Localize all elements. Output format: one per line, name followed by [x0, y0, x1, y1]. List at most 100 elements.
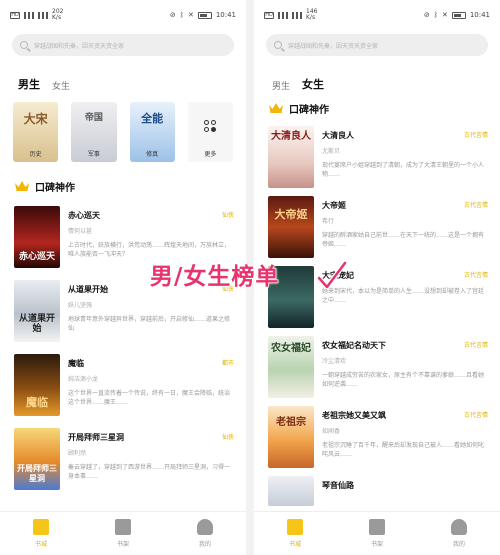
book-item[interactable]: 大帝姬 大帝姬 希行 穿越的醉酒家姑自己前世……在天下一统的……这是一个拥有帝姬…	[254, 196, 500, 258]
battery-icon	[197, 11, 212, 19]
nav-mine[interactable]: 我的	[185, 519, 225, 548]
signal-icon-2	[38, 11, 48, 19]
book-cover: 赤心巡天	[14, 206, 60, 268]
bluetooth-icon: ᛒ	[433, 11, 438, 19]
cover-text: 农女福妃	[271, 343, 311, 354]
category-label: 更多	[204, 151, 217, 158]
net-speed: 146 K/s	[306, 9, 317, 21]
book-item[interactable]: 农女福妃 农女福妃名动天下 冷尘清欢 一朝穿越成穷苦的农家女，原主有个不靠谱的爹…	[254, 336, 500, 398]
book-desc: 这个世界一直流传着一个传说，终有一日，魔王会降临，统治这个世界……魔王……	[68, 390, 231, 406]
book-item[interactable]: 大宋宠妃 她来到宋代，本以为是简单的人生……没想到却被卷入了宫廷之中…… 古代言…	[254, 266, 500, 328]
category-cultivation[interactable]: 全能 修真	[129, 102, 175, 162]
category-row: 大宋 历史 帝国 军事 全能 修真 更多	[0, 102, 246, 162]
book-cover	[268, 476, 314, 506]
nav-label: 书城	[288, 541, 301, 548]
gender-tabs: 男生 女生	[254, 72, 500, 92]
book-tag: 古代言情	[463, 272, 488, 279]
status-bar: HD 146 K/s ⊘ ᛒ ✕ 10:41	[254, 0, 500, 30]
overlay-caption: 男/女生榜单	[149, 263, 280, 290]
category-art: 帝国	[84, 113, 103, 123]
book-item[interactable]: 老祖宗 老祖宗她又美又飒 如闻香 老祖宗沉睡了百千年，醒来后却发现自己被人……看…	[254, 406, 500, 468]
cover-text: 大清良人	[271, 131, 311, 142]
book-item[interactable]: 开局拜师三星洞 开局拜师三星洞 顾利然 秦云穿越了，穿越到了西游世界……开局拜师…	[0, 428, 246, 490]
book-tag: 都市	[221, 360, 234, 367]
nav-bookshelf[interactable]: 书架	[357, 519, 397, 548]
battery-icon	[451, 11, 466, 19]
bookshelf-icon	[115, 519, 131, 535]
alarm-icon: ⊘	[423, 11, 430, 19]
cover-text: 大帝姬	[274, 208, 308, 221]
bottom-nav: 书城 书架 我的	[0, 511, 246, 555]
book-title: 魔临	[68, 359, 84, 368]
signal-icon	[278, 11, 288, 19]
book-cover: 魔临	[14, 354, 60, 416]
bluetooth-icon: ᛒ	[179, 11, 184, 19]
book-desc: 秦云穿越了，穿越到了西游世界……开局拜师三星洞，习得一身本事……	[68, 464, 231, 480]
book-cover: 老祖宗	[268, 406, 314, 468]
book-desc: 现代宴席户小姐穿越到了清朝，成为了大清王朝里的一个小人物……	[322, 162, 485, 178]
tab-male[interactable]: 男生	[272, 79, 290, 92]
hd-icon: HD	[264, 11, 274, 19]
net-speed-unit: K/s	[306, 14, 316, 21]
nav-label: 书架	[370, 541, 383, 548]
book-author: 如闻香	[322, 428, 341, 435]
mute-icon: ✕	[441, 11, 448, 19]
net-speed: 202 K/s	[52, 9, 63, 21]
search-bar[interactable]: 穿越战国和先秦，因天资天资全家	[266, 34, 488, 56]
book-author: 纯洁滴小龙	[68, 376, 99, 383]
book-desc: 一朝穿越成穷苦的农家女，原主有个不靠谱的爹娘……且看她如何逆袭……	[322, 372, 485, 388]
section-title: 口碑神作	[35, 182, 75, 194]
signal-icon-2	[292, 11, 302, 19]
nav-label: 书架	[116, 541, 129, 548]
book-desc: 老祖宗沉睡了百千年，醒来后却发现自己被人……看她如何叱咤风云……	[322, 442, 485, 458]
search-bar[interactable]: 穿越战国和先秦，因天资天资全家	[12, 34, 234, 56]
cover-text: 老祖宗	[276, 417, 306, 428]
search-icon	[20, 41, 28, 49]
category-history[interactable]: 大宋 历史	[13, 102, 59, 162]
book-item[interactable]: 琴音仙路	[254, 476, 500, 506]
book-cover: 大清良人	[268, 126, 314, 188]
category-label: 历史	[29, 151, 42, 158]
gender-tabs: 男生 女生	[0, 72, 246, 92]
book-tag: 仙侠	[221, 212, 234, 219]
book-cover: 开局拜师三星洞	[14, 428, 60, 490]
tab-female[interactable]: 女生	[52, 79, 70, 92]
hd-icon: HD	[10, 11, 20, 19]
book-cover: 农女福妃	[268, 336, 314, 398]
status-bar: HD 202 K/s ⊘ ᛒ ✕ 10:41	[0, 0, 246, 30]
phone-screen-female: HD 146 K/s ⊘ ᛒ ✕ 10:41 穿越战国和先秦，因天资天资全家 男生…	[254, 0, 500, 555]
category-military[interactable]: 帝国 军事	[71, 102, 117, 162]
nav-label: 我的	[452, 541, 465, 548]
nav-mine[interactable]: 我的	[439, 519, 479, 548]
bookstore-icon	[287, 519, 303, 535]
nav-bookstore[interactable]: 书城	[275, 519, 315, 548]
tab-male[interactable]: 男生	[15, 76, 40, 92]
section-title: 口碑神作	[289, 104, 329, 116]
section-header: 口碑神作	[0, 178, 246, 194]
tab-female[interactable]: 女生	[299, 76, 324, 92]
category-label: 军事	[87, 151, 100, 158]
bookshelf-icon	[369, 519, 385, 535]
book-tag: 古代言情	[463, 412, 488, 419]
bookstore-icon	[33, 519, 49, 535]
nav-bookshelf[interactable]: 书架	[103, 519, 143, 548]
search-placeholder: 穿越战国和先秦，因天资天资全家	[34, 42, 125, 50]
book-item[interactable]: 魔临 魔临 纯洁滴小龙 这个世界一直流传着一个传说，终有一日，魔王会降临，统治这…	[0, 354, 246, 416]
nav-label: 我的	[198, 541, 211, 548]
nav-bookstore[interactable]: 书城	[21, 519, 61, 548]
book-tag: 古代言情	[463, 202, 488, 209]
cover-text: 开局拜师三星洞	[17, 464, 57, 483]
category-more[interactable]: 更多	[187, 102, 233, 162]
clock: 10:41	[215, 11, 236, 19]
signal-icon	[24, 11, 34, 19]
book-author: 妖儿坚强	[68, 302, 93, 309]
book-author: 冷尘清欢	[322, 358, 347, 365]
book-author: 情何以甚	[68, 228, 93, 235]
cover-text: 从道果开始	[18, 314, 55, 334]
alarm-icon: ⊘	[169, 11, 176, 19]
book-cover: 从道果开始	[14, 280, 60, 342]
user-icon	[197, 519, 213, 535]
category-art: 全能	[141, 112, 164, 125]
book-item[interactable]: 大清良人 大清良人 尤斯贝 现代宴席户小姐穿越到了清朝，成为了大清王朝里的一个小…	[254, 126, 500, 188]
category-label: 修真	[146, 151, 159, 158]
